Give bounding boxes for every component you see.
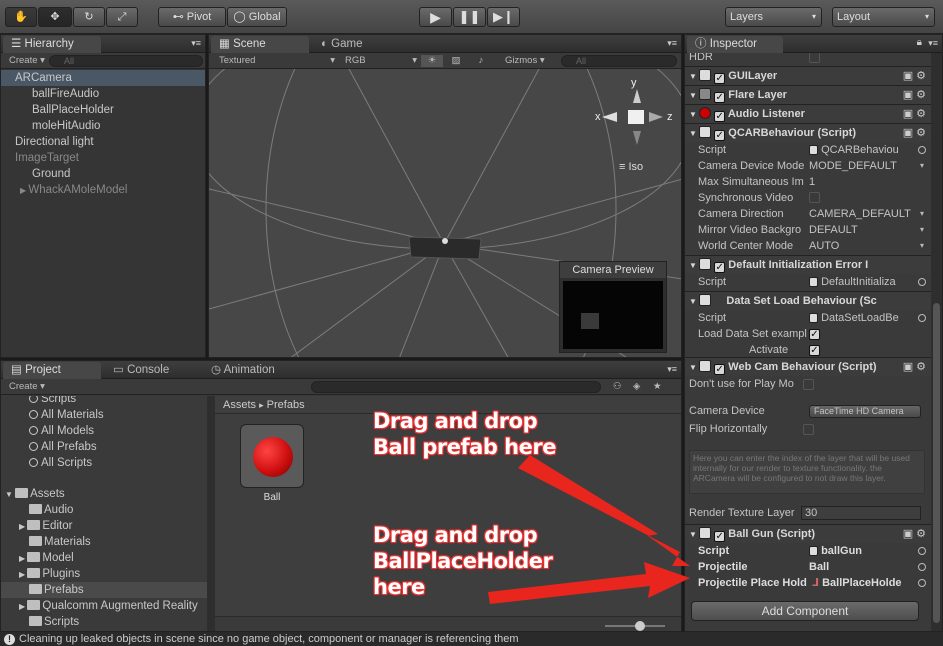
status-bar: ! Cleaning up leaked objects in scene sin… (0, 632, 943, 646)
annotation-line: BallPlaceHolder (373, 549, 553, 573)
annotation-ball-prefab: Drag and drop Ball prefab here (373, 408, 556, 460)
annotation-line: Drag and drop (373, 523, 538, 547)
annotation-line: Ball prefab here (373, 435, 556, 459)
status-message: Cleaning up leaked objects in scene sinc… (19, 633, 519, 645)
annotation-line: here (373, 575, 425, 599)
info-icon: ! (4, 634, 15, 645)
annotation-ballplaceholder: Drag and drop BallPlaceHolder here (373, 522, 553, 600)
annotation-line: Drag and drop (373, 409, 538, 433)
